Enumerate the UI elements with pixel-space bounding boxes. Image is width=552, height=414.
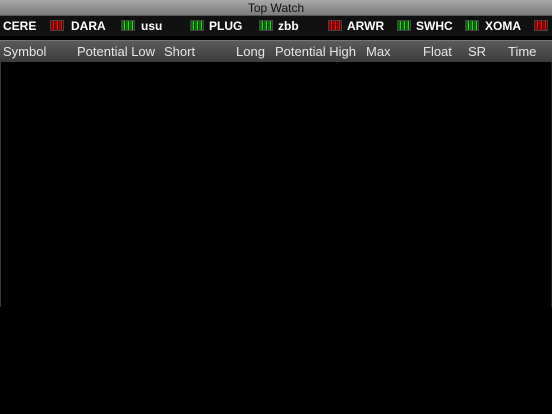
column-long[interactable]: Long xyxy=(236,41,265,62)
ticker-item-cere[interactable]: CERE xyxy=(3,16,36,36)
status-bar-icon xyxy=(397,20,411,31)
ticker-strip: CERE DARA usu PLUG zbb ARWR SWHC XOMA xyxy=(0,16,552,36)
column-potential-high[interactable]: Potential High xyxy=(275,41,356,62)
ticker-symbol: DARA xyxy=(71,19,106,33)
ticker-item-plug[interactable]: PLUG xyxy=(209,16,242,36)
window-title: Top Watch xyxy=(0,0,552,16)
ticker-symbol: XOMA xyxy=(485,19,521,33)
ticker-item-dara[interactable]: DARA xyxy=(71,16,106,36)
status-bar-icon xyxy=(465,20,479,31)
status-bar-icon xyxy=(190,20,204,31)
column-potential-low[interactable]: Potential Low xyxy=(77,41,155,62)
watch-list-area[interactable] xyxy=(0,62,552,414)
top-watch-app: Top Watch CERE DARA usu PLUG zbb ARWR SW… xyxy=(0,0,552,414)
ticker-item-arwr[interactable]: ARWR xyxy=(347,16,384,36)
ticker-symbol: CERE xyxy=(3,19,37,33)
ticker-symbol: ARWR xyxy=(347,19,385,33)
column-float[interactable]: Float xyxy=(423,41,452,62)
column-header-row: Symbol Potential Low Short Long Potentia… xyxy=(0,40,552,62)
column-sr[interactable]: SR xyxy=(468,41,486,62)
ticker-item-usu[interactable]: usu xyxy=(141,16,162,36)
ticker-symbol: PLUG xyxy=(209,19,243,33)
status-bar-icon xyxy=(50,20,64,31)
column-time[interactable]: Time xyxy=(508,41,536,62)
status-bar-icon xyxy=(259,20,273,31)
panel-border xyxy=(0,62,1,307)
column-symbol[interactable]: Symbol xyxy=(3,41,46,62)
ticker-symbol: zbb xyxy=(278,19,299,33)
ticker-symbol: usu xyxy=(141,19,163,33)
column-short[interactable]: Short xyxy=(164,41,195,62)
column-max[interactable]: Max xyxy=(366,41,391,62)
ticker-symbol: SWHC xyxy=(416,19,453,33)
ticker-item-xoma[interactable]: XOMA xyxy=(485,16,521,36)
status-bar-icon xyxy=(121,20,135,31)
ticker-item-zbb[interactable]: zbb xyxy=(278,16,299,36)
ticker-item-swhc[interactable]: SWHC xyxy=(416,16,453,36)
status-bar-icon xyxy=(328,20,342,31)
status-bar-icon xyxy=(534,20,548,31)
